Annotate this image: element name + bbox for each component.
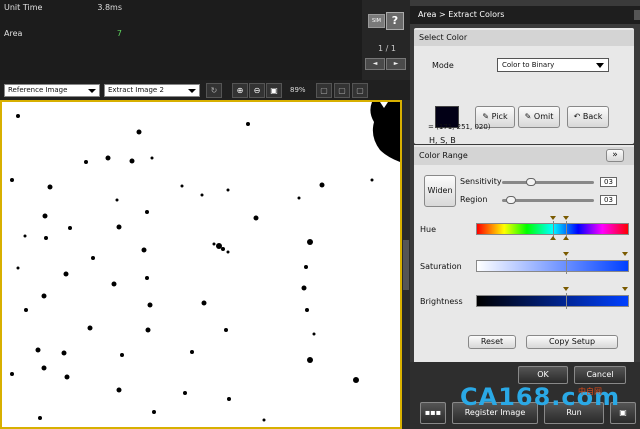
brightness-range-line xyxy=(566,293,567,309)
omit-label: Omit xyxy=(533,112,554,121)
image-select-value: Extract Image 2 xyxy=(108,86,164,94)
area-value: 7 xyxy=(116,29,122,38)
color-range-heading: Color Range xyxy=(414,147,634,165)
refresh-icon[interactable]: ↻ xyxy=(206,83,222,98)
page-indicator: 1 / 1 xyxy=(378,44,396,53)
sensitivity-knob[interactable] xyxy=(526,178,536,186)
prev-page-button[interactable]: ◄ xyxy=(365,58,385,70)
chevron-down-icon xyxy=(596,63,604,68)
saturation-marker-low[interactable] xyxy=(563,252,569,256)
sim-button[interactable]: SIM xyxy=(368,14,385,28)
view-mode-3-icon[interactable]: ▢ xyxy=(352,83,368,98)
undo-icon: ↶ xyxy=(573,112,581,121)
view-mode-2-icon[interactable]: ▢ xyxy=(334,83,350,98)
ok-button[interactable]: OK xyxy=(518,366,568,384)
source-select[interactable]: Reference Image xyxy=(4,84,100,97)
hue-label: Hue xyxy=(420,225,437,234)
zoom-in-icon[interactable]: ⊕ xyxy=(232,83,248,98)
zoom-out-icon[interactable]: ⊖ xyxy=(249,83,265,98)
hue-range-line xyxy=(553,221,554,237)
saturation-bar[interactable] xyxy=(476,260,629,272)
saturation-label: Saturation xyxy=(420,262,462,271)
expand-button[interactable]: » xyxy=(606,149,624,162)
brightness-label: Brightness xyxy=(420,297,463,306)
hue-marker-low[interactable] xyxy=(550,236,556,240)
mode-select[interactable]: Color to Binary xyxy=(497,58,609,72)
hue-marker-high[interactable] xyxy=(563,236,569,240)
hue-range-line xyxy=(566,221,567,237)
mode-select-value: Color to Binary xyxy=(502,61,555,69)
image-select[interactable]: Extract Image 2 xyxy=(104,84,200,97)
zoom-level: 89% xyxy=(290,86,306,94)
widen-button[interactable]: Widen xyxy=(424,175,456,207)
binary-image-view[interactable] xyxy=(0,100,402,429)
back-label: Back xyxy=(582,112,603,121)
view-mode-1-icon[interactable]: ▢ xyxy=(316,83,332,98)
back-button[interactable]: ↶ Back xyxy=(567,106,609,128)
pick-label: Pick xyxy=(491,112,508,121)
area-row: Area 7 xyxy=(4,28,122,40)
hsb-label: H, S, B xyxy=(429,136,456,145)
next-page-button[interactable]: ► xyxy=(386,58,406,70)
status-panel: Unit Time 3.8ms Area 7 xyxy=(0,0,362,80)
area-label: Area xyxy=(4,29,23,38)
chevron-down-icon xyxy=(188,89,196,93)
sensitivity-slider[interactable] xyxy=(502,181,594,184)
menu-button[interactable]: ▪▪▪ xyxy=(420,402,446,424)
color-range-section: Color Range » Widen Sensitivity 03 Regio… xyxy=(414,145,634,367)
saturation-marker-high[interactable] xyxy=(622,252,628,256)
mode-label: Mode xyxy=(432,61,454,70)
hue-marker-low[interactable] xyxy=(550,216,556,220)
panel-scroll-handle[interactable] xyxy=(634,10,640,20)
select-color-heading: Select Color xyxy=(414,30,634,46)
omit-icon: ✎ xyxy=(524,112,532,121)
pick-icon: ✎ xyxy=(482,112,490,121)
region-label: Region xyxy=(460,195,488,204)
region-value[interactable]: 03 xyxy=(600,195,617,205)
region-knob[interactable] xyxy=(506,196,516,204)
brightness-marker-high[interactable] xyxy=(622,287,628,291)
panel-title: Area > Extract Colors xyxy=(410,6,640,24)
reset-button[interactable]: Reset xyxy=(468,335,516,349)
unit-time-row: Unit Time 3.8ms xyxy=(4,2,122,14)
sensitivity-value[interactable]: 03 xyxy=(600,177,617,187)
sensitivity-label: Sensitivity xyxy=(460,177,502,186)
source-select-value: Reference Image xyxy=(8,86,68,94)
hue-marker-high[interactable] xyxy=(563,216,569,220)
cancel-button[interactable]: Cancel xyxy=(574,366,626,384)
brightness-marker-low[interactable] xyxy=(563,287,569,291)
saturation-range-line xyxy=(566,258,567,274)
scrollbar-thumb[interactable] xyxy=(403,240,409,290)
hsb-value: = (171, 251, 020) xyxy=(428,123,491,131)
brightness-bar[interactable] xyxy=(476,295,629,307)
unit-time-value: 3.8ms xyxy=(97,3,122,12)
help-button[interactable]: ? xyxy=(386,12,404,30)
omit-button[interactable]: ✎ Omit xyxy=(518,106,560,128)
fit-screen-icon[interactable]: ▣ xyxy=(266,83,282,98)
binary-image xyxy=(2,102,400,427)
unit-time-label: Unit Time xyxy=(4,3,43,12)
copy-setup-button[interactable]: Copy Setup xyxy=(526,335,618,349)
watermark-text: 中自网 xyxy=(578,387,602,396)
chevron-down-icon xyxy=(88,89,96,93)
